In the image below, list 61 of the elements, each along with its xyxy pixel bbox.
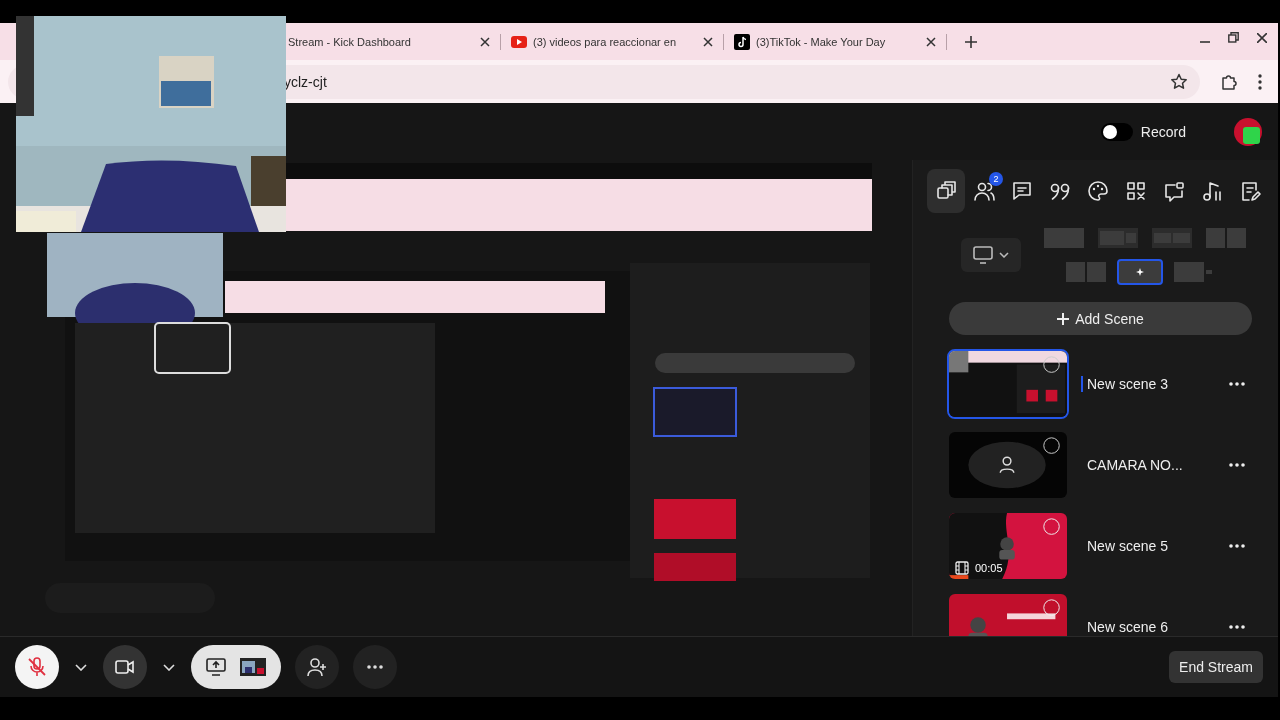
scene-name: CAMARA NO...: [1086, 457, 1184, 473]
record-label: Record: [1140, 123, 1186, 140]
qr-code-icon: [1125, 180, 1147, 202]
chat-icon: [1011, 180, 1033, 202]
dropdown-button[interactable]: [161, 663, 177, 671]
more-icon[interactable]: [1229, 544, 1245, 548]
end-stream-button[interactable]: End Stream: [1169, 651, 1263, 683]
restore-icon[interactable]: [1228, 32, 1239, 43]
people-icon: [973, 180, 995, 202]
camera-button[interactable]: [103, 645, 147, 689]
sparkle-icon: [1136, 268, 1144, 276]
more-icon[interactable]: [1229, 625, 1245, 629]
tiktok-icon: [734, 33, 750, 50]
close-icon[interactable]: [703, 36, 713, 47]
notes-icon: [1239, 180, 1261, 202]
toolbar-tab[interactable]: [927, 169, 965, 213]
close-icon[interactable]: [926, 36, 936, 47]
close-icon[interactable]: [480, 36, 490, 47]
source-dropdown[interactable]: [961, 238, 1021, 272]
puzzle-icon[interactable]: [1220, 72, 1238, 91]
microphone-button[interactable]: [15, 645, 59, 689]
plus-icon[interactable]: [965, 35, 977, 48]
muted-microphone-icon: [26, 656, 48, 678]
banner-icon: [1163, 180, 1185, 202]
star-icon[interactable]: [1170, 72, 1188, 91]
record-toggle[interactable]: [1100, 122, 1133, 141]
music-icon: [1201, 180, 1223, 202]
screen-share-icon: [206, 658, 226, 676]
count-badge: 2: [989, 172, 1003, 186]
scene-name: New scene 6: [1086, 619, 1169, 635]
youtube-icon: [511, 33, 527, 50]
toolbar-tab[interactable]: 2: [965, 169, 1003, 213]
film-icon: [955, 561, 969, 575]
duration-label: 00:05: [975, 562, 1003, 574]
kebab-menu-icon[interactable]: [1258, 73, 1262, 90]
scene-name: New scene 3: [1081, 376, 1211, 392]
more-icon[interactable]: [1229, 463, 1245, 467]
chevron-down-icon: [163, 663, 175, 671]
chevron-down-icon: [75, 663, 87, 671]
dropdown-button[interactable]: [73, 663, 89, 671]
screen-share-button[interactable]: [191, 645, 281, 689]
more-icon[interactable]: [1229, 382, 1245, 386]
palette-icon: [1087, 180, 1109, 202]
scene-name: New scene 5: [1086, 538, 1169, 554]
add-scene-button[interactable]: Add Scene: [949, 302, 1252, 335]
avatar[interactable]: [1234, 117, 1262, 146]
scene-item[interactable]: New scene 3: [947, 349, 1278, 419]
add-person-icon: [306, 657, 328, 677]
more-icon: [367, 665, 383, 669]
chevron-down-icon: [999, 252, 1009, 258]
browser-tab[interactable]: Stream - Kick Dashboard: [282, 26, 496, 57]
scene-item[interactable]: CAMARA NO...: [947, 430, 1278, 500]
plus-icon: [1057, 312, 1070, 325]
close-icon[interactable]: [1257, 32, 1267, 43]
monitor-icon: [973, 246, 993, 264]
scene-item[interactable]: 00:05 New scene 5: [947, 511, 1278, 581]
camera-icon: [115, 659, 135, 675]
scenes-icon: [935, 180, 957, 202]
invite-guest-button[interactable]: [295, 645, 339, 689]
browser-tab[interactable]: (3) videos para reaccionar en: [505, 26, 719, 57]
browser-tab[interactable]: (3)TikTok - Make Your Day: [728, 26, 942, 57]
